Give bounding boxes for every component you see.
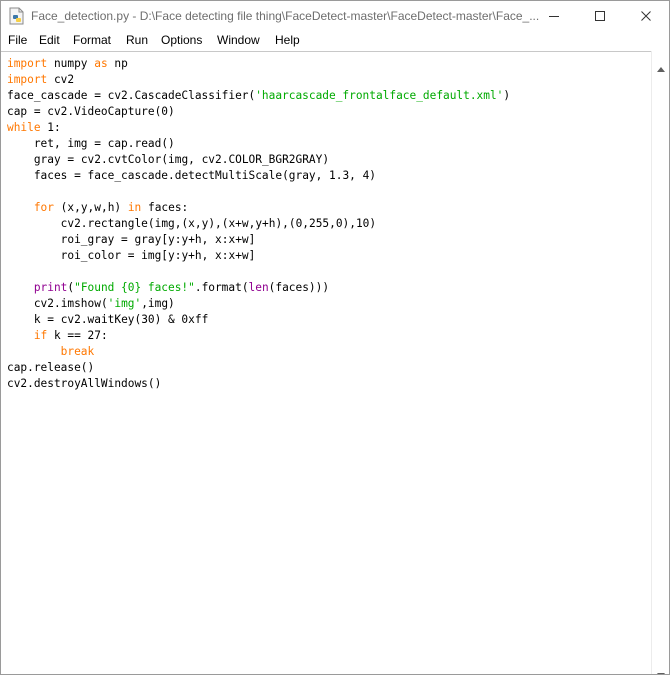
- maximize-button[interactable]: [577, 1, 623, 31]
- code-line[interactable]: cv2.destroyAllWindows(): [7, 376, 510, 392]
- menu-run[interactable]: Run: [126, 33, 148, 47]
- menu-help[interactable]: Help: [275, 33, 300, 47]
- code-line[interactable]: cap = cv2.VideoCapture(0): [7, 104, 510, 120]
- code-line[interactable]: faces = face_cascade.detectMultiScale(gr…: [7, 168, 510, 184]
- code-line[interactable]: gray = cv2.cvtColor(img, cv2.COLOR_BGR2G…: [7, 152, 510, 168]
- code-line[interactable]: import cv2: [7, 72, 510, 88]
- python-file-icon: [9, 7, 25, 25]
- code-line[interactable]: break: [7, 344, 510, 360]
- code-line[interactable]: print("Found {0} faces!".format(len(face…: [7, 280, 510, 296]
- code-text-area[interactable]: import numpy as np import cv2 face_cascade…: [7, 56, 510, 392]
- menu-edit[interactable]: Edit: [39, 33, 60, 47]
- scroll-up-arrow-icon[interactable]: [657, 57, 665, 76]
- code-line[interactable]: roi_color = img[y:y+h, x:x+w]: [7, 248, 510, 264]
- code-line[interactable]: for (x,y,w,h) in faces:: [7, 200, 510, 216]
- maximize-icon: [594, 7, 606, 26]
- menu-options[interactable]: Options: [161, 33, 202, 47]
- code-line[interactable]: cap.release(): [7, 360, 510, 376]
- code-line[interactable]: [7, 184, 510, 200]
- code-line[interactable]: if k == 27:: [7, 328, 510, 344]
- code-line[interactable]: while 1:: [7, 120, 510, 136]
- idle-editor-window: Face_detection.py - D:\Face detecting fi…: [0, 0, 670, 675]
- menu-file[interactable]: File: [8, 33, 27, 47]
- window-title: Face_detection.py - D:\Face detecting fi…: [31, 9, 540, 23]
- code-line[interactable]: cv2.rectangle(img,(x,y),(x+w,y+h),(0,255…: [7, 216, 510, 232]
- scroll-down-arrow-icon[interactable]: [657, 663, 665, 674]
- code-line[interactable]: import numpy as np: [7, 56, 510, 72]
- menu-format[interactable]: Format: [73, 33, 111, 47]
- code-editor[interactable]: import numpy as np import cv2 face_cascade…: [1, 51, 651, 674]
- minimize-icon: [548, 7, 560, 26]
- close-button[interactable]: [623, 1, 669, 31]
- close-icon: [640, 7, 652, 26]
- code-line[interactable]: cv2.imshow('img',img): [7, 296, 510, 312]
- code-line[interactable]: k = cv2.waitKey(30) & 0xff: [7, 312, 510, 328]
- minimize-button[interactable]: [531, 1, 577, 31]
- code-line[interactable]: face_cascade = cv2.CascadeClassifier('ha…: [7, 88, 510, 104]
- code-line[interactable]: [7, 264, 510, 280]
- vertical-scrollbar[interactable]: [651, 51, 669, 674]
- menu-window[interactable]: Window: [217, 33, 260, 47]
- title-bar[interactable]: Face_detection.py - D:\Face detecting fi…: [1, 1, 669, 31]
- code-line[interactable]: ret, img = cap.read(): [7, 136, 510, 152]
- code-line[interactable]: roi_gray = gray[y:y+h, x:x+w]: [7, 232, 510, 248]
- menu-bar: File Edit Format Run Options Window Help: [1, 31, 669, 51]
